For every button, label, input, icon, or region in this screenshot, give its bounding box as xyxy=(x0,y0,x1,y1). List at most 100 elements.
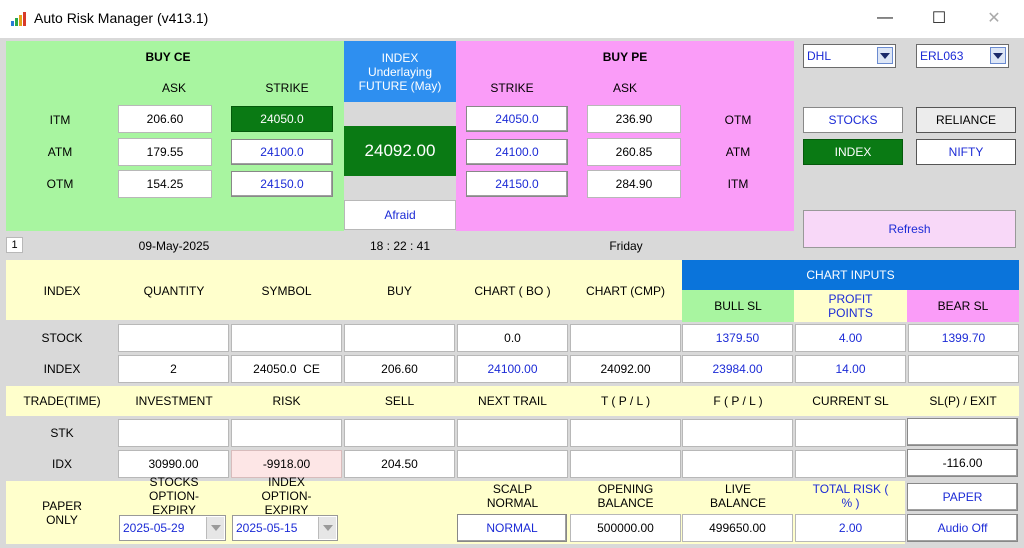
maximize-button[interactable]: ☐ xyxy=(922,6,956,30)
buy-pe-strike-header: STRIKE xyxy=(490,81,534,95)
index-chart-cmp: 24092.00 xyxy=(570,355,681,383)
ce-otm-strike-button[interactable]: 24150.0 xyxy=(231,171,333,197)
index-price: 24092.00 xyxy=(344,126,456,176)
close-button[interactable]: ✕ xyxy=(977,6,1011,30)
account-select[interactable]: ERL063 xyxy=(916,44,1009,68)
stock-profit-points[interactable]: 4.00 xyxy=(795,324,906,352)
ce-otm-ask: 154.25 xyxy=(118,170,212,198)
index-expiry-select[interactable]: 2025-05-15 xyxy=(232,515,338,541)
index-button[interactable]: INDEX xyxy=(803,139,903,165)
title-bar: Auto Risk Manager (v413.1) — ☐ ✕ xyxy=(0,0,1024,38)
stk-f-pl xyxy=(682,419,793,447)
pe-otm-ask: 236.90 xyxy=(587,105,681,133)
ce-atm-ask: 179.55 xyxy=(118,138,212,166)
live-balance-value: 499650.00 xyxy=(682,514,793,542)
index-line3: FUTURE (May) xyxy=(358,78,442,93)
row-label-idx: IDX xyxy=(51,457,72,471)
idx-current-sl xyxy=(795,450,906,478)
audio-off-button[interactable]: Audio Off xyxy=(907,514,1018,542)
index-bear-sl[interactable] xyxy=(908,355,1019,383)
idx-risk: -9918.00 xyxy=(231,450,342,478)
broker-value: DHL xyxy=(807,49,832,63)
col-header-index: INDEX xyxy=(43,284,81,298)
live-balance-label: LIVE BALANCE xyxy=(710,482,767,510)
stocks-expiry-select[interactable]: 2025-05-29 xyxy=(119,515,226,541)
tab-one-button[interactable]: 1 xyxy=(6,237,23,253)
col-header-symbol: SYMBOL xyxy=(261,284,312,298)
opening-balance-label: OPENING BALANCE xyxy=(597,482,654,510)
chart-inputs-header: CHART INPUTS xyxy=(682,260,1019,290)
refresh-button[interactable]: Refresh xyxy=(803,210,1016,248)
buy-ce-strike-header: STRIKE xyxy=(265,81,309,95)
pe-itm-strike-button[interactable]: 24150.0 xyxy=(466,171,568,197)
pe-row-label-itm: ITM xyxy=(727,177,749,191)
col-header-bear-sl: BEAR SL xyxy=(907,290,1019,322)
col-header-risk: RISK xyxy=(272,394,301,408)
index-profit-points[interactable]: 14.00 xyxy=(795,355,906,383)
app-chart-icon xyxy=(11,12,26,26)
stk-current-sl xyxy=(795,419,906,447)
index-chart-bo: 24100.00 xyxy=(457,355,568,383)
index-bull-sl[interactable]: 23984.00 xyxy=(682,355,793,383)
col-header-investment: INVESTMENT xyxy=(135,394,213,408)
chevron-down-icon[interactable] xyxy=(318,517,336,539)
col-header-profit-points: PROFIT POINTS xyxy=(794,290,907,322)
scalp-normal-button[interactable]: NORMAL xyxy=(457,514,567,542)
index-name-button[interactable]: NIFTY xyxy=(916,139,1016,165)
stock-name-button[interactable]: RELIANCE xyxy=(916,107,1016,133)
total-risk-value[interactable]: 2.00 xyxy=(795,514,906,542)
idx-t-pl xyxy=(570,450,681,478)
stk-exit-button[interactable] xyxy=(907,418,1018,446)
stk-risk xyxy=(231,419,342,447)
index-quantity: 2 xyxy=(118,355,229,383)
stk-t-pl xyxy=(570,419,681,447)
pe-otm-strike-button[interactable]: 24050.0 xyxy=(466,106,568,132)
index-line1: INDEX xyxy=(381,50,419,65)
current-day: Friday xyxy=(609,239,643,253)
stock-bear-sl[interactable]: 1399.70 xyxy=(908,324,1019,352)
pe-row-label-otm: OTM xyxy=(724,113,752,127)
chevron-down-icon[interactable] xyxy=(877,47,893,64)
row-label-index: INDEX xyxy=(43,362,81,376)
stk-next-trail xyxy=(457,419,568,447)
buy-pe-title: BUY PE xyxy=(602,50,648,64)
col-header-trade-time: TRADE(TIME) xyxy=(23,394,101,408)
stocks-button[interactable]: STOCKS xyxy=(803,107,903,133)
col-header-sell: SELL xyxy=(384,394,415,408)
current-time: 18 : 22 : 41 xyxy=(369,239,431,253)
col-header-buy: BUY xyxy=(387,284,412,298)
idx-investment: 30990.00 xyxy=(118,450,229,478)
idx-exit-button[interactable]: -116.00 xyxy=(907,449,1018,477)
col-header-chart-cmp: CHART (CMP) xyxy=(586,284,665,298)
col-header-sl-exit: SL(P) / EXIT xyxy=(929,394,997,408)
paper-only-label: PAPER ONLY xyxy=(42,498,82,527)
chevron-down-icon[interactable] xyxy=(990,47,1006,64)
stock-buy xyxy=(344,324,455,352)
paper-button[interactable]: PAPER xyxy=(907,483,1018,511)
index-buy: 206.60 xyxy=(344,355,455,383)
col-header-current-sl: CURRENT SL xyxy=(812,394,889,408)
row-label-stock: STOCK xyxy=(41,331,83,345)
minimize-button[interactable]: — xyxy=(868,6,902,30)
index-symbol: 24050.0 CE xyxy=(231,355,342,383)
broker-select[interactable]: DHL xyxy=(803,44,896,68)
stocks-expiry-value: 2025-05-29 xyxy=(123,521,185,535)
stock-symbol xyxy=(231,324,342,352)
pe-atm-strike-button[interactable]: 24100.0 xyxy=(466,139,568,165)
index-expiry-label: INDEX OPTION-EXPIRY xyxy=(261,475,312,517)
idx-next-trail xyxy=(457,450,568,478)
index-expiry-value: 2025-05-15 xyxy=(236,521,298,535)
buy-ce-panel xyxy=(6,41,344,231)
chevron-down-icon[interactable] xyxy=(206,517,224,539)
buy-pe-panel xyxy=(456,41,794,231)
ce-itm-strike-button[interactable]: 24050.0 xyxy=(231,106,333,132)
row-label-stk: STK xyxy=(50,426,74,440)
ce-atm-strike-button[interactable]: 24100.0 xyxy=(231,139,333,165)
current-date: 09-May-2025 xyxy=(138,239,210,253)
col-header-next-trail: NEXT TRAIL xyxy=(478,394,547,408)
idx-f-pl xyxy=(682,450,793,478)
stock-bull-sl[interactable]: 1379.50 xyxy=(682,324,793,352)
row-label-otm: OTM xyxy=(46,177,74,191)
buy-ce-title: BUY CE xyxy=(145,50,191,64)
stock-chart-cmp xyxy=(570,324,681,352)
